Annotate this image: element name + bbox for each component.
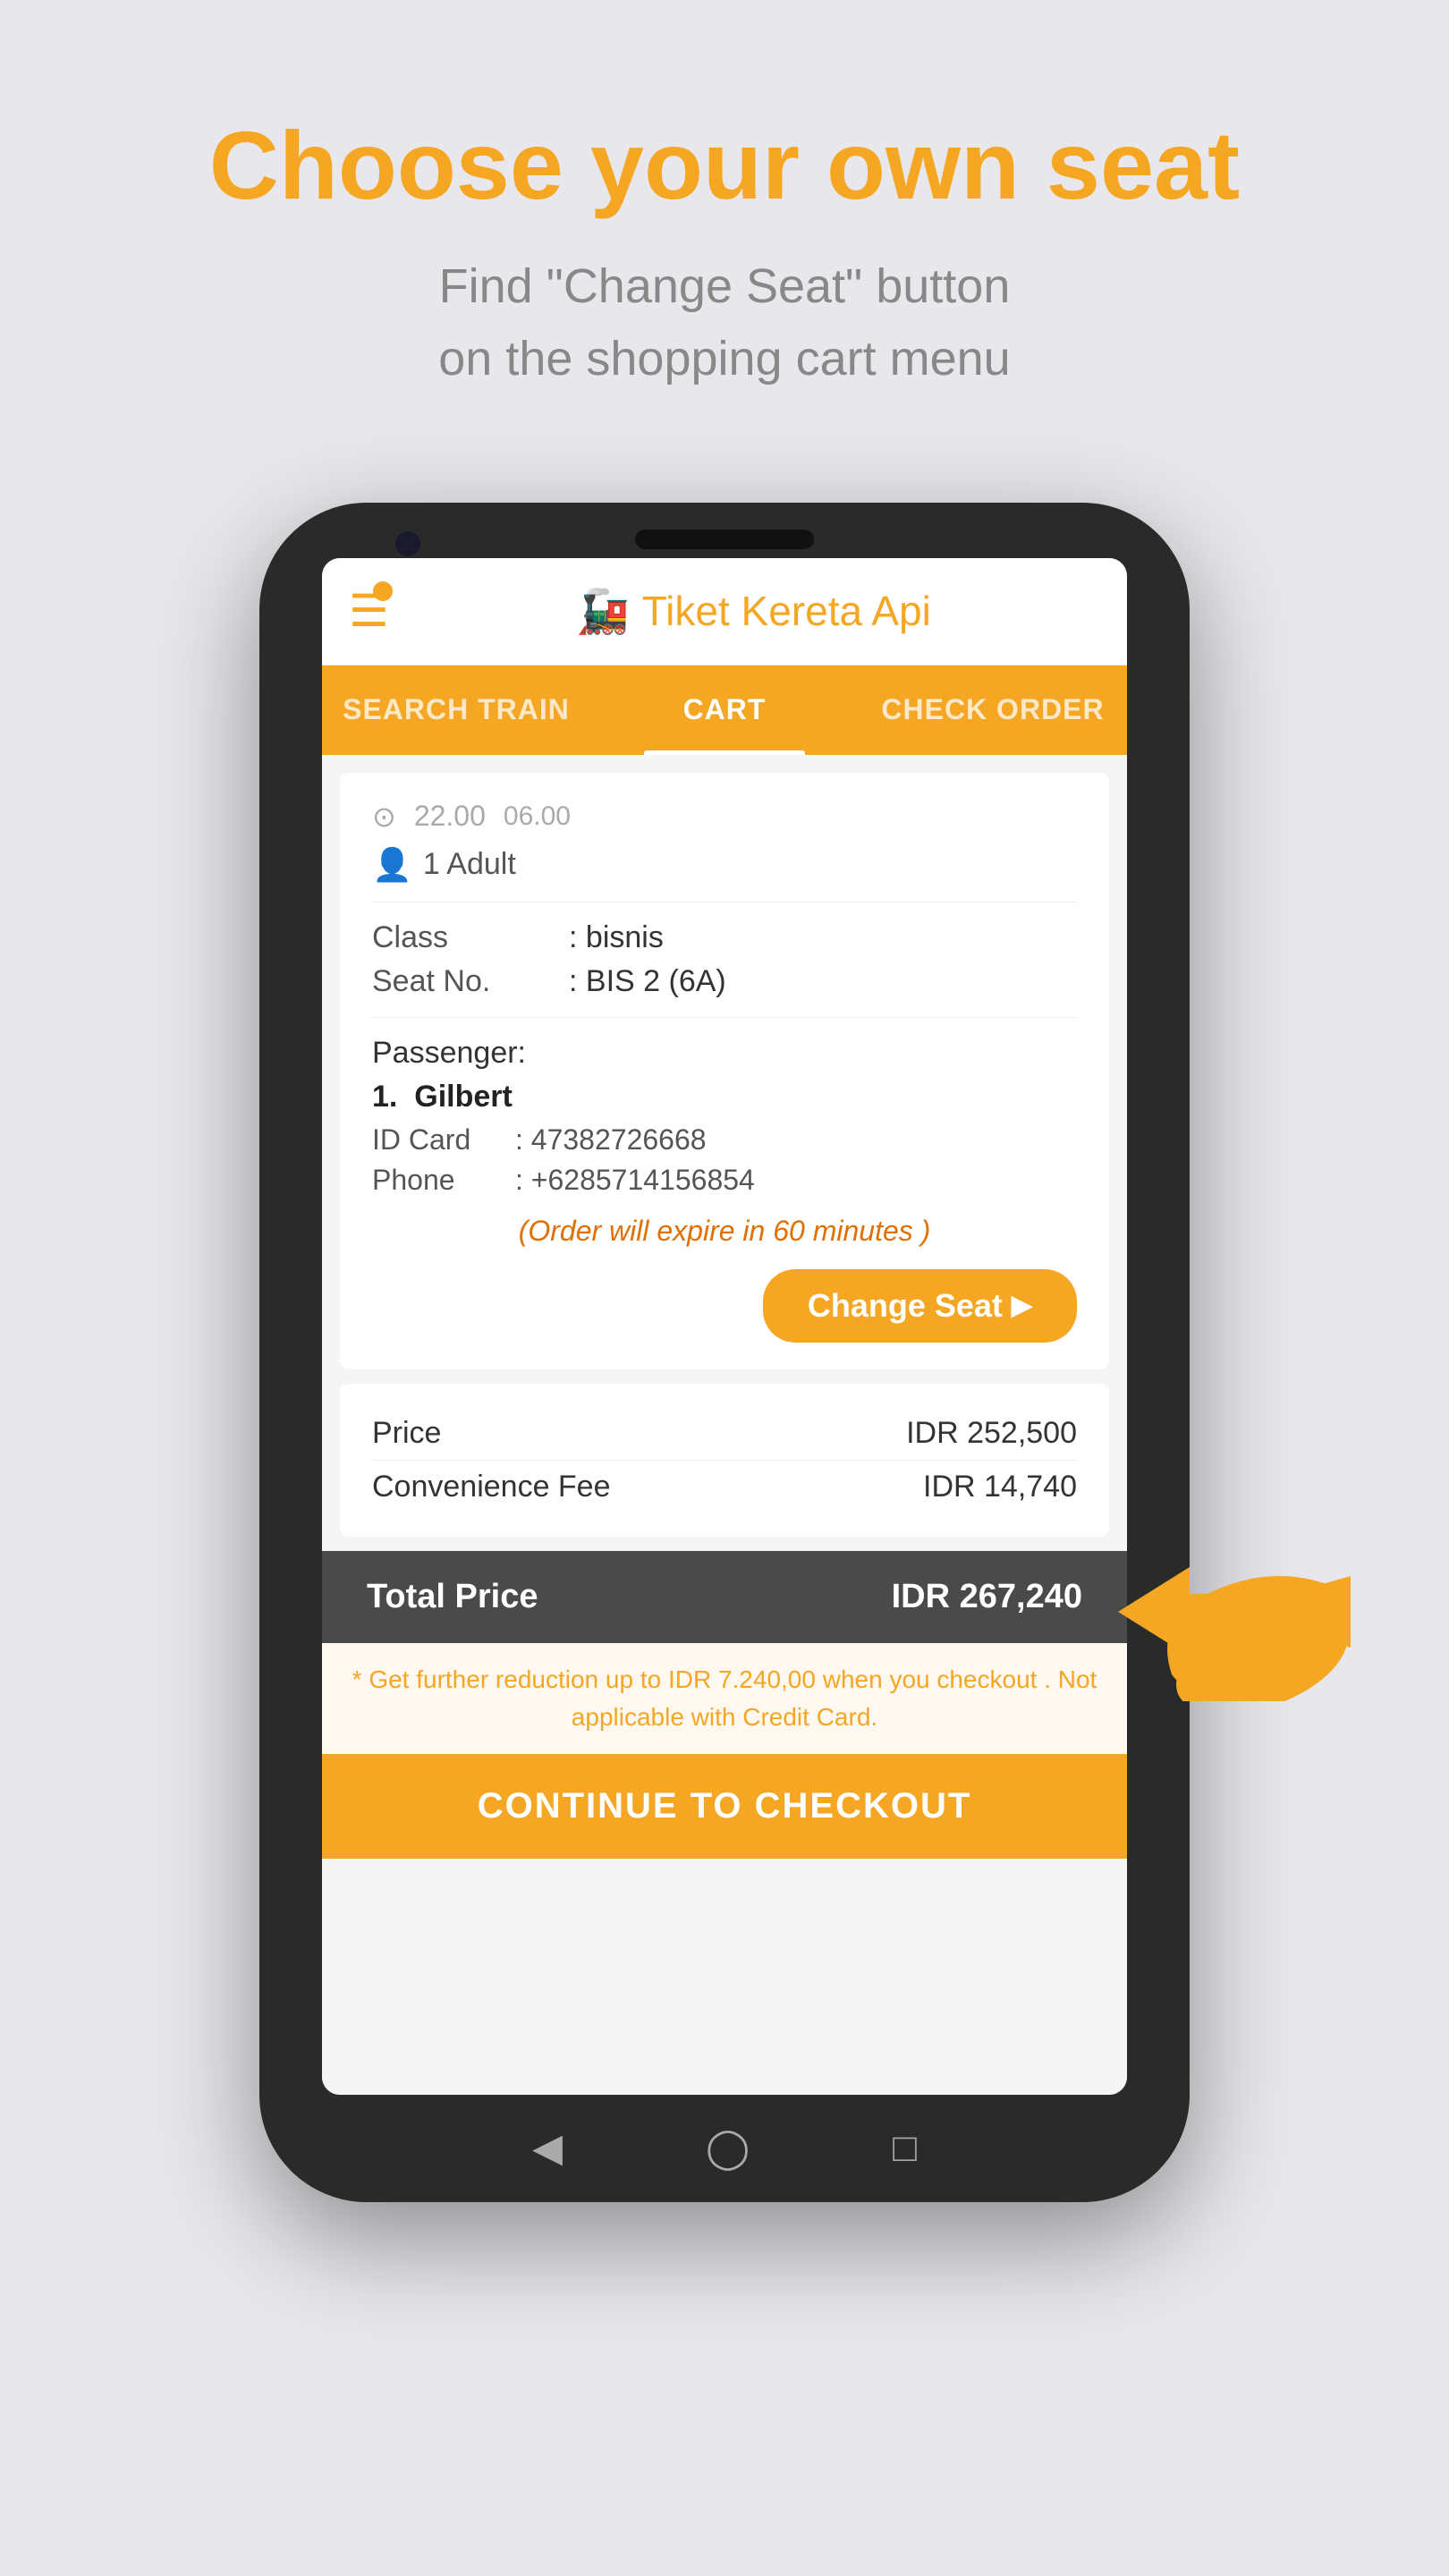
passenger-name: Gilbert bbox=[414, 1080, 513, 1114]
fee-value: IDR 14,740 bbox=[923, 1470, 1077, 1504]
passenger-section-header: Passenger: bbox=[372, 1036, 1077, 1071]
time-arrive-value: 06.00 bbox=[504, 801, 571, 832]
total-value: IDR 267,240 bbox=[892, 1578, 1082, 1616]
price-card: Price IDR 252,500 Convenience Fee IDR 14… bbox=[340, 1384, 1109, 1537]
seat-label: Seat No. bbox=[372, 964, 569, 999]
fee-row: Convenience Fee IDR 14,740 bbox=[372, 1460, 1077, 1513]
total-label: Total Price bbox=[367, 1578, 538, 1616]
page-subtitle: Find "Change Seat" button on the shoppin… bbox=[209, 250, 1240, 395]
phone-camera bbox=[395, 531, 420, 556]
divider-2 bbox=[372, 1017, 1077, 1018]
change-seat-label: Change Seat bbox=[808, 1287, 1003, 1325]
tab-check-order[interactable]: CHECK ORDER bbox=[859, 665, 1127, 755]
app-logo-icon: 🚂 bbox=[576, 586, 630, 637]
phone-row: Phone : +6285714156854 bbox=[372, 1164, 1077, 1197]
passenger-section: Passenger: 1. Gilbert ID Card : 47382726… bbox=[372, 1036, 1077, 1197]
time-depart-value: 22.00 bbox=[414, 800, 486, 833]
price-value: IDR 252,500 bbox=[906, 1416, 1077, 1451]
change-seat-button[interactable]: Change Seat ▶ bbox=[763, 1269, 1077, 1343]
back-button[interactable]: ◀ bbox=[532, 2125, 563, 2171]
app-topbar: ☰ 🚂 Tiket Kereta Api bbox=[322, 558, 1127, 665]
phone-label: Phone bbox=[372, 1164, 515, 1197]
home-button[interactable]: ◯ bbox=[706, 2125, 750, 2171]
phone-speaker bbox=[635, 530, 814, 549]
change-seat-arrow-icon: ▶ bbox=[1012, 1290, 1032, 1321]
id-card-row: ID Card : 47382726668 bbox=[372, 1123, 1077, 1157]
tab-bar: SEARCH TRAIN CART CHECK ORDER bbox=[322, 665, 1127, 755]
time-depart: ⊙ bbox=[372, 800, 396, 834]
passenger-count-row: 👤 1 Adult bbox=[372, 846, 1077, 884]
fee-label: Convenience Fee bbox=[372, 1470, 611, 1504]
subtitle-line1: Find "Change Seat" button bbox=[439, 259, 1011, 313]
passenger-name-row: 1. Gilbert bbox=[372, 1080, 1077, 1114]
price-label: Price bbox=[372, 1416, 441, 1451]
phone-bottom-nav: ◀ ◯ □ bbox=[259, 2095, 1190, 2202]
seat-row: Seat No. : BIS 2 (6A) bbox=[372, 964, 1077, 999]
class-row: Class : bisnis bbox=[372, 920, 1077, 955]
expire-notice: (Order will expire in 60 minutes ) bbox=[372, 1215, 1077, 1248]
app-name: Tiket Kereta Api bbox=[642, 587, 931, 635]
content-area: ⊙ 22.00 06.00 👤 1 Adult Class : bisnis bbox=[322, 755, 1127, 2095]
page-title: Choose your own seat bbox=[209, 107, 1240, 224]
seat-value: : BIS 2 (6A) bbox=[569, 964, 726, 999]
time-row: ⊙ 22.00 06.00 bbox=[372, 800, 1077, 834]
checkout-button[interactable]: CONTINUE TO CHECKOUT bbox=[322, 1754, 1127, 1859]
class-label: Class bbox=[372, 920, 569, 955]
notification-badge bbox=[373, 581, 393, 601]
phone-value: : +6285714156854 bbox=[515, 1164, 755, 1197]
recents-button[interactable]: □ bbox=[893, 2126, 917, 2171]
class-value: : bisnis bbox=[569, 920, 664, 955]
order-card: ⊙ 22.00 06.00 👤 1 Adult Class : bisnis bbox=[340, 773, 1109, 1369]
id-card-value: : 47382726668 bbox=[515, 1123, 707, 1157]
phone-mockup: ☰ 🚂 Tiket Kereta Api SEARCH TRAIN CART C… bbox=[259, 503, 1190, 2202]
app-logo-area: 🚂 Tiket Kereta Api bbox=[407, 586, 1100, 637]
reduction-notice: * Get further reduction up to IDR 7.240,… bbox=[322, 1643, 1127, 1754]
person-icon: 👤 bbox=[372, 846, 412, 884]
arrow-decoration bbox=[1118, 1522, 1351, 1701]
phone-screen: ☰ 🚂 Tiket Kereta Api SEARCH TRAIN CART C… bbox=[322, 558, 1127, 2095]
total-bar: Total Price IDR 267,240 bbox=[322, 1551, 1127, 1643]
hamburger-menu[interactable]: ☰ bbox=[349, 585, 389, 637]
passenger-count: 1 Adult bbox=[423, 847, 516, 882]
id-card-label: ID Card bbox=[372, 1123, 515, 1157]
tab-search-train[interactable]: SEARCH TRAIN bbox=[322, 665, 590, 755]
tab-cart[interactable]: CART bbox=[590, 665, 859, 755]
price-row: Price IDR 252,500 bbox=[372, 1407, 1077, 1460]
subtitle-line2: on the shopping cart menu bbox=[438, 332, 1010, 386]
